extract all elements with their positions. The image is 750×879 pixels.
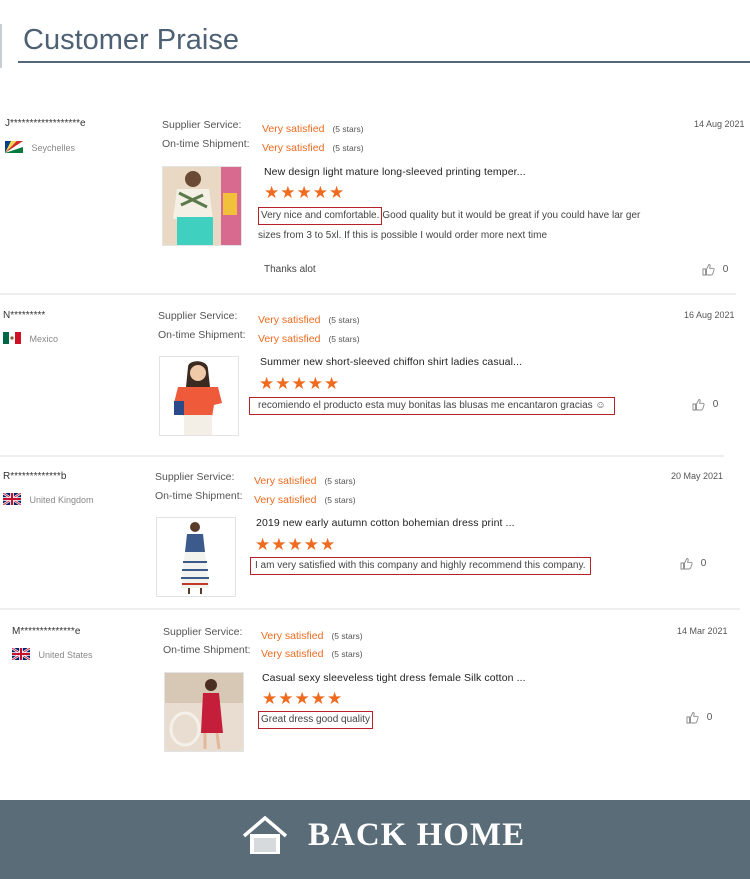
- thumbs-up-icon: [680, 558, 693, 570]
- stars-note: (5 stars): [324, 476, 356, 486]
- supplier-service-label: Supplier Service:: [162, 119, 242, 131]
- buyer-country: Mexico: [3, 329, 58, 347]
- blouse-photo-icon: [163, 167, 241, 245]
- review-date: 16 Aug 2021: [684, 310, 735, 320]
- title-underline: [18, 61, 750, 63]
- review-date: 14 Mar 2021: [677, 626, 728, 636]
- stars-note: (5 stars): [331, 649, 363, 659]
- review-text: I am very satisfied with this company an…: [250, 555, 591, 575]
- ontime-shipment-label: On-time Shipment:: [155, 490, 243, 502]
- ontime-shipment-rating: Very satisfied: [261, 648, 324, 660]
- thumbs-up-icon: [702, 264, 715, 276]
- supplier-service-rating: Very satisfied: [254, 475, 317, 487]
- ontime-shipment-rating: Very satisfied: [254, 494, 317, 506]
- supplier-service-rating: Very satisfied: [261, 630, 324, 642]
- like-count: 0: [712, 399, 719, 411]
- supplier-service-label: Supplier Service:: [158, 310, 238, 322]
- product-title[interactable]: 2019 new early autumn cotton bohemian dr…: [256, 517, 515, 529]
- review-divider: [0, 455, 724, 457]
- like-button[interactable]: 0: [702, 263, 728, 276]
- supplier-service-rating: Very satisfied: [262, 123, 325, 135]
- supplier-service-label: Supplier Service:: [163, 626, 243, 638]
- product-thumbnail[interactable]: [156, 517, 236, 597]
- rating-stars: ★★★★★: [255, 535, 337, 554]
- mexico-flag-icon: [3, 331, 21, 344]
- review-divider: [0, 293, 736, 295]
- buyer-country: United Kingdom: [3, 490, 94, 508]
- like-count: 0: [722, 264, 729, 276]
- country-label: Seychelles: [31, 143, 75, 153]
- review-divider: [0, 608, 740, 610]
- ontime-shipment-label: On-time Shipment:: [162, 138, 250, 150]
- review-date: 20 May 2021: [671, 471, 724, 481]
- buyer-country: Seychelles: [5, 138, 75, 156]
- supplier-service-value: Very satisfied (5 stars): [261, 626, 363, 644]
- seller-reply: Thanks alot: [264, 264, 316, 275]
- seychelles-flag-icon: [5, 140, 23, 153]
- review-highlight: I am very satisfied with this company an…: [250, 557, 591, 575]
- title-accent-bar: [0, 24, 2, 68]
- ontime-shipment-rating: Very satisfied: [262, 142, 325, 154]
- review-highlight: Very nice and comfortable.: [258, 207, 383, 225]
- product-title[interactable]: Summer new short-sleeved chiffon shirt l…: [260, 356, 522, 368]
- product-thumbnail[interactable]: [159, 356, 239, 436]
- stars-note: (5 stars): [328, 315, 360, 325]
- ontime-shipment-label: On-time Shipment:: [163, 644, 251, 656]
- ontime-shipment-value: Very satisfied (5 stars): [254, 490, 356, 508]
- review-text: Very nice and comfortable. Good quality b…: [258, 205, 658, 243]
- stars-note: (5 stars): [328, 334, 360, 344]
- uk-flag-icon: [3, 492, 21, 505]
- stars-note: (5 stars): [332, 143, 364, 153]
- ontime-shipment-value: Very satisfied (5 stars): [258, 329, 360, 347]
- country-label: Mexico: [29, 334, 58, 344]
- review-text: recomiendo el producto esta muy bonitas …: [249, 395, 615, 415]
- country-flag-icon: [12, 647, 30, 660]
- rating-stars: ★★★★★: [259, 374, 341, 393]
- like-count: 0: [706, 712, 713, 724]
- sleeveless-dress-photo-icon: [165, 673, 243, 751]
- country-label: United Kingdom: [29, 495, 94, 505]
- product-thumbnail[interactable]: [162, 166, 242, 246]
- supplier-service-value: Very satisfied (5 stars): [262, 119, 364, 137]
- review-highlight: Great dress good quality: [258, 711, 373, 729]
- like-button[interactable]: 0: [686, 711, 712, 724]
- bohemian-dress-photo-icon: [157, 518, 235, 596]
- country-label: United States: [38, 650, 93, 660]
- buyer-name: M**************e: [12, 626, 81, 637]
- stars-note: (5 stars): [324, 495, 356, 505]
- like-button[interactable]: 0: [680, 557, 706, 570]
- rating-stars: ★★★★★: [264, 183, 346, 202]
- stars-note: (5 stars): [332, 124, 364, 134]
- product-title[interactable]: Casual sexy sleeveless tight dress femal…: [262, 672, 526, 684]
- review-date: 14 Aug 2021: [694, 119, 745, 129]
- supplier-service-value: Very satisfied (5 stars): [258, 310, 360, 328]
- supplier-service-label: Supplier Service:: [155, 471, 235, 483]
- ontime-shipment-label: On-time Shipment:: [158, 329, 246, 341]
- ontime-shipment-value: Very satisfied (5 stars): [262, 138, 364, 156]
- chiffon-shirt-photo-icon: [160, 357, 238, 435]
- thumbs-up-icon: [692, 399, 705, 411]
- supplier-service-value: Very satisfied (5 stars): [254, 471, 356, 489]
- like-button[interactable]: 0: [692, 398, 718, 411]
- page-title: Customer Praise: [23, 24, 239, 56]
- ontime-shipment-value: Very satisfied (5 stars): [261, 644, 363, 662]
- buyer-country: United States: [12, 645, 92, 663]
- review-text: Great dress good quality: [258, 709, 373, 729]
- supplier-service-rating: Very satisfied: [258, 314, 321, 326]
- thumbs-up-icon: [686, 712, 699, 724]
- ontime-shipment-rating: Very satisfied: [258, 333, 321, 345]
- stars-note: (5 stars): [331, 631, 363, 641]
- product-thumbnail[interactable]: [164, 672, 244, 752]
- home-icon[interactable]: [242, 816, 288, 856]
- review-highlight: recomiendo el producto esta muy bonitas …: [249, 397, 615, 415]
- buyer-name: N*********: [3, 310, 46, 321]
- buyer-name: R*************b: [3, 471, 67, 482]
- product-title[interactable]: New design light mature long-sleeved pri…: [264, 166, 526, 178]
- back-home-button[interactable]: BACK HOME: [308, 817, 525, 854]
- like-count: 0: [700, 558, 707, 570]
- buyer-name: J******************e: [5, 118, 86, 129]
- rating-stars: ★★★★★: [262, 689, 344, 708]
